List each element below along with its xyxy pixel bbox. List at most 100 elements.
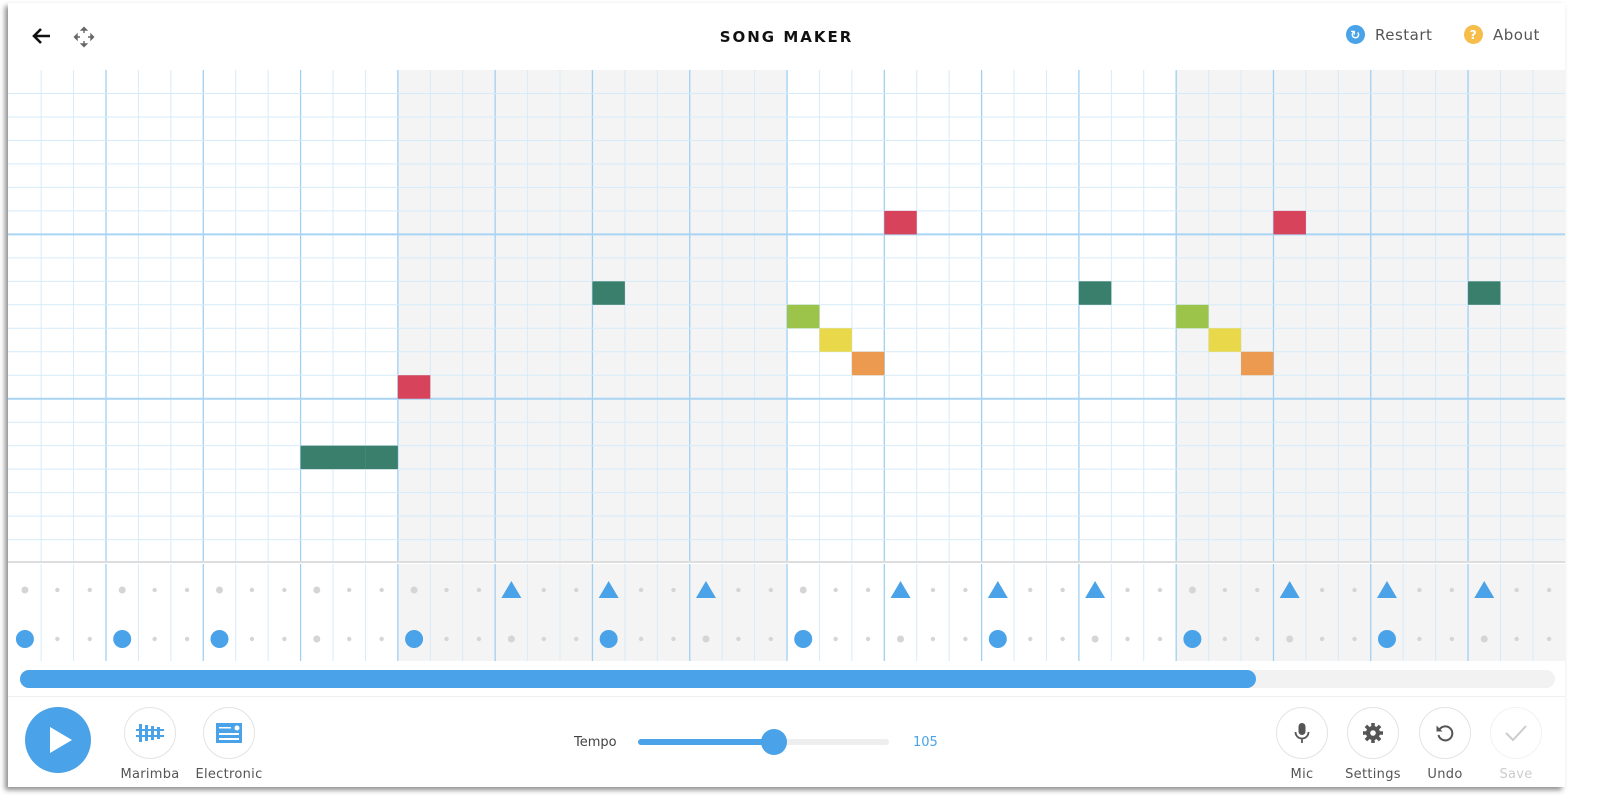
percussion-empty-dot[interactable] bbox=[476, 636, 482, 642]
percussion-empty-dot[interactable] bbox=[671, 587, 676, 593]
note-cell[interactable] bbox=[1176, 304, 1209, 329]
percussion-empty-dot[interactable] bbox=[347, 636, 352, 642]
note-cell[interactable] bbox=[397, 375, 431, 399]
percussion-empty-dot[interactable] bbox=[249, 636, 255, 642]
percussion-empty-dot[interactable] bbox=[638, 636, 644, 642]
percussion-triangle[interactable] bbox=[890, 581, 911, 598]
percussion-empty-dot[interactable] bbox=[1480, 635, 1488, 643]
about-button[interactable]: ? About bbox=[1464, 25, 1540, 44]
percussion-empty-dot[interactable] bbox=[347, 587, 352, 593]
percussion-empty-dot[interactable] bbox=[379, 587, 384, 593]
undo-button[interactable]: Undo bbox=[1408, 707, 1482, 782]
percussion-circle[interactable] bbox=[1183, 630, 1202, 648]
percussion-empty-dot[interactable] bbox=[1222, 587, 1228, 593]
percussion-empty-dot[interactable] bbox=[638, 587, 644, 593]
percussion-empty-dot[interactable] bbox=[1028, 587, 1033, 593]
percussion-empty-dot[interactable] bbox=[313, 586, 321, 594]
percussion-empty-dot[interactable] bbox=[1514, 636, 1519, 642]
percussion-circle[interactable] bbox=[1377, 630, 1396, 648]
percussion-triangle[interactable] bbox=[987, 581, 1008, 598]
melody-grid[interactable] bbox=[8, 70, 1565, 563]
note-cell[interactable] bbox=[851, 351, 885, 376]
percussion-empty-dot[interactable] bbox=[444, 587, 449, 593]
percussion-empty-dot[interactable] bbox=[736, 636, 741, 642]
percussion-empty-dot[interactable] bbox=[1222, 636, 1228, 642]
percussion-empty-dot[interactable] bbox=[1125, 587, 1130, 593]
mic-button[interactable]: Mic bbox=[1265, 707, 1339, 782]
percussion-empty-dot[interactable] bbox=[963, 636, 968, 642]
percussion-empty-dot[interactable] bbox=[930, 636, 936, 642]
percussion-empty-dot[interactable] bbox=[1319, 636, 1325, 642]
percussion-empty-dot[interactable] bbox=[87, 587, 92, 593]
percussion-empty-dot[interactable] bbox=[897, 635, 905, 643]
percussion-circle[interactable] bbox=[15, 630, 34, 648]
percussion-empty-dot[interactable] bbox=[215, 586, 223, 594]
percussion-circle[interactable] bbox=[599, 630, 618, 648]
restart-button[interactable]: ↻ Restart bbox=[1346, 25, 1432, 44]
percussion-circle[interactable] bbox=[405, 630, 424, 648]
percussion-empty-dot[interactable] bbox=[1546, 636, 1552, 642]
percussion-empty-dot[interactable] bbox=[282, 636, 287, 642]
percussion-empty-dot[interactable] bbox=[1417, 636, 1422, 642]
note-cell[interactable] bbox=[787, 304, 820, 329]
instrument-button[interactable]: Marimba bbox=[113, 707, 187, 782]
percussion-circle[interactable] bbox=[113, 630, 132, 648]
percussion-empty-dot[interactable] bbox=[1091, 635, 1099, 643]
percussion-empty-dot[interactable] bbox=[21, 586, 29, 594]
percussion-empty-dot[interactable] bbox=[865, 636, 871, 642]
percussion-empty-dot[interactable] bbox=[1060, 636, 1065, 642]
percussion-empty-dot[interactable] bbox=[574, 636, 579, 642]
percussion-empty-dot[interactable] bbox=[1352, 587, 1357, 593]
percussion-empty-dot[interactable] bbox=[702, 635, 710, 643]
percussion-empty-dot[interactable] bbox=[118, 586, 126, 594]
percussion-empty-dot[interactable] bbox=[379, 636, 384, 642]
tempo-slider[interactable] bbox=[638, 729, 889, 755]
percussion-circle[interactable] bbox=[794, 630, 813, 648]
percussion-empty-dot[interactable] bbox=[313, 635, 321, 643]
percussion-empty-dot[interactable] bbox=[671, 636, 676, 642]
percussion-empty-dot[interactable] bbox=[1255, 587, 1260, 593]
percussion-empty-dot[interactable] bbox=[541, 587, 546, 593]
percussion-empty-dot[interactable] bbox=[87, 636, 92, 642]
note-cell[interactable] bbox=[1208, 328, 1242, 352]
percussion-empty-dot[interactable] bbox=[444, 636, 449, 642]
note-cell[interactable] bbox=[1273, 210, 1306, 235]
percussion-empty-dot[interactable] bbox=[865, 587, 871, 593]
percussion-empty-dot[interactable] bbox=[833, 587, 838, 593]
note-cell[interactable] bbox=[1468, 281, 1501, 305]
percussion-empty-dot[interactable] bbox=[1125, 636, 1130, 642]
percussion-empty-dot[interactable] bbox=[55, 636, 60, 642]
play-button[interactable] bbox=[25, 707, 91, 773]
percussion-empty-dot[interactable] bbox=[55, 587, 60, 593]
percussion-empty-dot[interactable] bbox=[1188, 586, 1196, 594]
playback-progress-bar[interactable] bbox=[20, 670, 1555, 688]
percussion-empty-dot[interactable] bbox=[1255, 636, 1260, 642]
percussion-empty-dot[interactable] bbox=[1514, 587, 1519, 593]
percussion-grid[interactable] bbox=[8, 564, 1565, 661]
percussion-empty-dot[interactable] bbox=[768, 587, 774, 593]
note-cell[interactable] bbox=[884, 210, 917, 235]
note-cell[interactable] bbox=[365, 445, 398, 470]
percussion-empty-dot[interactable] bbox=[249, 587, 255, 593]
percussion-empty-dot[interactable] bbox=[833, 636, 838, 642]
percussion-empty-dot[interactable] bbox=[476, 587, 482, 593]
percussion-empty-dot[interactable] bbox=[574, 587, 579, 593]
note-cell[interactable] bbox=[1241, 351, 1274, 376]
percussion-empty-dot[interactable] bbox=[1060, 587, 1065, 593]
percussion-empty-dot[interactable] bbox=[282, 587, 287, 593]
percussion-empty-dot[interactable] bbox=[1417, 587, 1422, 593]
percussion-empty-dot[interactable] bbox=[799, 586, 807, 594]
note-cell[interactable] bbox=[300, 445, 333, 470]
percussion-empty-dot[interactable] bbox=[152, 587, 157, 593]
percussion-empty-dot[interactable] bbox=[1449, 587, 1455, 593]
percussion-empty-dot[interactable] bbox=[507, 635, 515, 643]
percussion-empty-dot[interactable] bbox=[152, 636, 157, 642]
percussion-empty-dot[interactable] bbox=[184, 636, 190, 642]
percussion-circle[interactable] bbox=[988, 630, 1007, 648]
percussion-empty-dot[interactable] bbox=[736, 587, 741, 593]
percussion-empty-dot[interactable] bbox=[1449, 636, 1455, 642]
percussion-empty-dot[interactable] bbox=[1157, 636, 1163, 642]
drum-kit-button[interactable]: Electronic bbox=[192, 707, 266, 782]
settings-button[interactable]: Settings bbox=[1336, 707, 1410, 782]
percussion-empty-dot[interactable] bbox=[1546, 587, 1552, 593]
